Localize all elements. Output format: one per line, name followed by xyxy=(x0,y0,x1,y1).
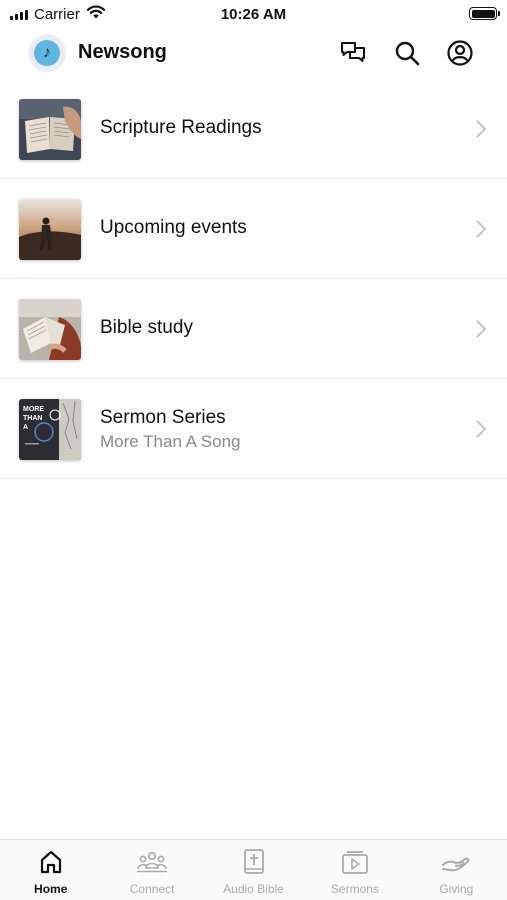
tab-giving[interactable]: Giving xyxy=(406,840,507,900)
artwork-text-more: MORE xyxy=(23,406,44,413)
chevron-right-icon xyxy=(476,420,487,438)
tab-label: Home xyxy=(34,882,68,896)
people-icon xyxy=(137,851,168,873)
play-icon xyxy=(342,851,368,874)
chat-button[interactable] xyxy=(338,38,368,68)
tab-home[interactable]: Home xyxy=(0,840,101,900)
chevron-right-icon xyxy=(476,320,487,338)
giving-hand-icon xyxy=(442,857,470,872)
tab-connect[interactable]: Connect xyxy=(101,840,202,900)
more-than-a-song-artwork: MORE THAN A xyxy=(19,399,81,460)
reading-book-photo xyxy=(19,299,81,360)
chevron-right-icon xyxy=(476,220,487,238)
list-item-bible-study[interactable]: Bible study xyxy=(0,279,507,379)
list-item-subtitle: More Than A Song xyxy=(100,432,241,451)
list-item-sermon-series[interactable]: MORE THAN A Sermon Series More Than A So… xyxy=(0,379,507,479)
account-button[interactable] xyxy=(445,38,475,68)
account-icon xyxy=(447,40,473,66)
list-item-title: Sermon Series xyxy=(100,407,226,428)
bible-icon xyxy=(243,849,264,874)
battery-icon xyxy=(469,7,500,20)
app-title: Newsong xyxy=(78,41,167,63)
music-note-icon: ♪ xyxy=(34,40,60,66)
bottom-tab-bar: Home Connect Audio Bible Sermons Giving xyxy=(0,839,507,900)
status-time: 10:26 AM xyxy=(220,6,287,23)
search-icon xyxy=(395,41,420,66)
tab-label: Connect xyxy=(129,882,175,896)
list-item-title: Bible study xyxy=(100,317,193,338)
app-logo[interactable]: ♪ xyxy=(28,34,66,72)
tab-label: Audio Bible xyxy=(223,882,284,896)
chat-icon xyxy=(341,42,365,62)
open-bible-photo xyxy=(19,99,81,160)
search-button[interactable] xyxy=(392,38,422,68)
artwork-text-than: THAN xyxy=(23,415,42,422)
content-list: Scripture Readings Upcoming events Bible… xyxy=(0,79,507,479)
tab-label: Sermons xyxy=(330,882,379,896)
app-header: ♪ Newsong xyxy=(0,28,507,78)
list-item-title: Upcoming events xyxy=(100,217,247,238)
list-item-scripture-readings[interactable]: Scripture Readings xyxy=(0,79,507,179)
list-item-upcoming-events[interactable]: Upcoming events xyxy=(0,179,507,279)
sunset-person-photo xyxy=(19,199,81,260)
tab-label: Giving xyxy=(439,882,474,896)
tab-audio-bible[interactable]: Audio Bible xyxy=(203,840,304,900)
status-bar: Carrier 10:26 AM xyxy=(0,0,507,28)
chevron-right-icon xyxy=(476,120,487,138)
list-item-title: Scripture Readings xyxy=(100,117,262,138)
home-icon xyxy=(40,850,61,874)
tab-sermons[interactable]: Sermons xyxy=(304,840,405,900)
artwork-text-a: A xyxy=(23,424,28,431)
